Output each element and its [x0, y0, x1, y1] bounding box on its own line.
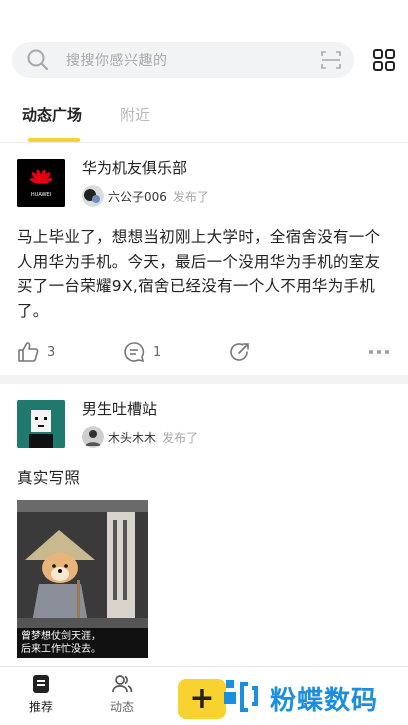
watermark: 粉蝶数码 [222, 676, 378, 720]
user-avatar[interactable] [82, 426, 104, 448]
feed-post[interactable]: HUAWEI 华为机友俱乐部 六公子006 发布了 马上毕业了，想想当初刚上大学… [0, 143, 408, 375]
group-name[interactable]: 华为机友俱乐部 [82, 157, 187, 178]
like-button[interactable]: 3 [17, 341, 55, 363]
nav-recommend[interactable]: 推荐 [11, 673, 71, 715]
post-actions: 3 1 [17, 341, 393, 365]
nav-dynamic-label: 动态 [109, 700, 134, 714]
image-caption-line-1: 曾梦想仗剑天涯， [21, 631, 101, 642]
tab-plaza[interactable]: 动态广场 [22, 104, 82, 125]
posted-label: 发布了 [172, 189, 209, 204]
feed-post[interactable]: 男生吐槽站 木头木木 发布了 真实写照 曾梦想仗剑天涯， 后来工作忙没去。 [0, 384, 408, 666]
post-image[interactable]: 曾梦想仗剑天涯， 后来工作忙没去。 [17, 500, 148, 658]
comment-count: 1 [153, 344, 162, 360]
nav-dynamic[interactable]: 动态 [92, 673, 152, 715]
post-author-line: 木头木木 发布了 [82, 426, 198, 448]
post-separator [0, 375, 408, 384]
search-row: 搜搜你感兴趣的 [12, 42, 396, 78]
user-name[interactable]: 六公子006 [108, 188, 167, 205]
scan-icon[interactable] [320, 49, 342, 71]
like-count: 3 [47, 344, 56, 360]
group-avatar[interactable]: HUAWEI [17, 159, 65, 207]
post-text: 马上毕业了，想想当初刚上大学时，全宿舍没有一个人用华为手机。今天，最后一个没用华… [17, 228, 381, 320]
recommend-icon [30, 673, 52, 695]
user-avatar[interactable] [82, 185, 104, 207]
posted-label: 发布了 [162, 430, 199, 445]
image-caption: 曾梦想仗剑天涯， 后来工作忙没去。 [17, 628, 148, 658]
user-name[interactable]: 木头木木 [108, 429, 156, 446]
search-icon [26, 48, 50, 72]
share-button[interactable] [229, 341, 259, 363]
people-icon [111, 673, 133, 695]
add-post-button[interactable]: + [178, 679, 226, 719]
watermark-logo-icon [222, 676, 264, 720]
comment-icon [123, 341, 153, 363]
post-author-line: 六公子006 发布了 [82, 185, 209, 207]
grid-menu-icon[interactable] [372, 48, 396, 72]
image-caption-line-2: 后来工作忙没去。 [21, 644, 101, 655]
tab-nearby[interactable]: 附近 [120, 104, 150, 125]
group-name[interactable]: 男生吐槽站 [82, 398, 157, 419]
feed-tabs: 动态广场 附近 [0, 104, 408, 142]
more-options-icon[interactable] [369, 350, 389, 354]
share-icon [229, 341, 259, 363]
search-input[interactable]: 搜搜你感兴趣的 [12, 42, 354, 78]
nav-recommend-label: 推荐 [28, 700, 53, 714]
comment-button[interactable]: 1 [123, 341, 161, 363]
watermark-text: 粉蝶数码 [270, 685, 379, 716]
group-avatar[interactable] [17, 400, 65, 448]
huawei-logo-text: HUAWEI [30, 192, 52, 198]
search-placeholder: 搜搜你感兴趣的 [66, 53, 168, 69]
post-text: 真实写照 [17, 469, 81, 487]
thumbs-up-icon [17, 341, 47, 363]
